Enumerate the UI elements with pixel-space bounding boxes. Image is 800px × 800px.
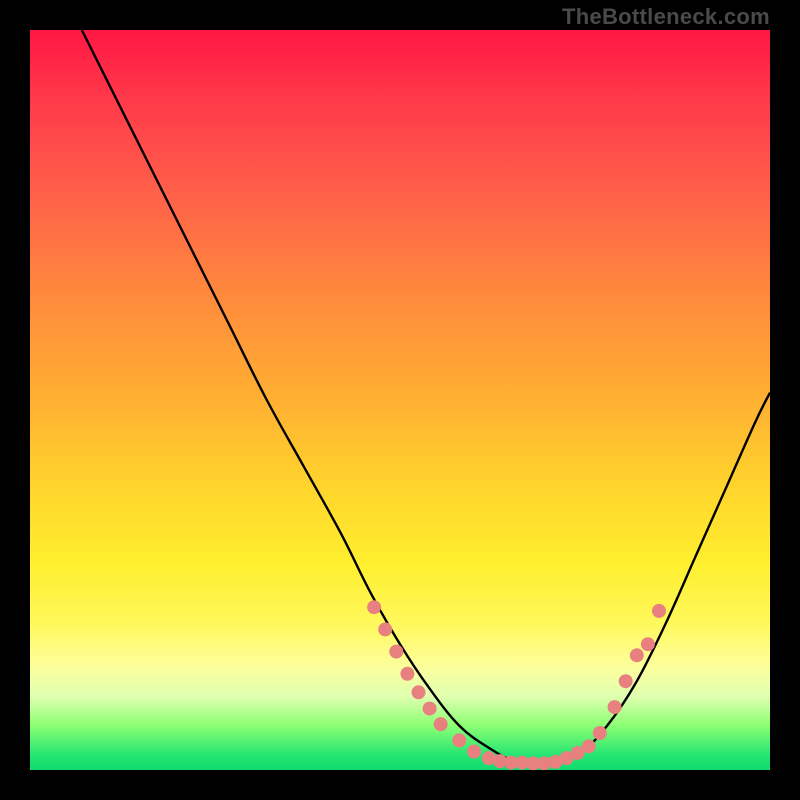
- curve-marker: [593, 726, 607, 740]
- curve-marker: [467, 745, 481, 759]
- curve-marker: [652, 604, 666, 618]
- curve-marker: [423, 702, 437, 716]
- bottleneck-curve: [82, 30, 770, 764]
- curve-marker: [400, 667, 414, 681]
- curve-marker: [630, 648, 644, 662]
- curve-marker: [434, 717, 448, 731]
- plot-area: [30, 30, 770, 770]
- curve-marker: [608, 700, 622, 714]
- curve-marker: [619, 674, 633, 688]
- chart-frame: TheBottleneck.com: [0, 0, 800, 800]
- chart-svg: [30, 30, 770, 770]
- watermark-text: TheBottleneck.com: [562, 4, 770, 30]
- curve-markers: [367, 600, 666, 770]
- curve-marker: [367, 600, 381, 614]
- curve-marker: [389, 645, 403, 659]
- curve-marker: [378, 622, 392, 636]
- curve-marker: [582, 739, 596, 753]
- curve-marker: [452, 733, 466, 747]
- curve-marker: [412, 685, 426, 699]
- curve-marker: [641, 637, 655, 651]
